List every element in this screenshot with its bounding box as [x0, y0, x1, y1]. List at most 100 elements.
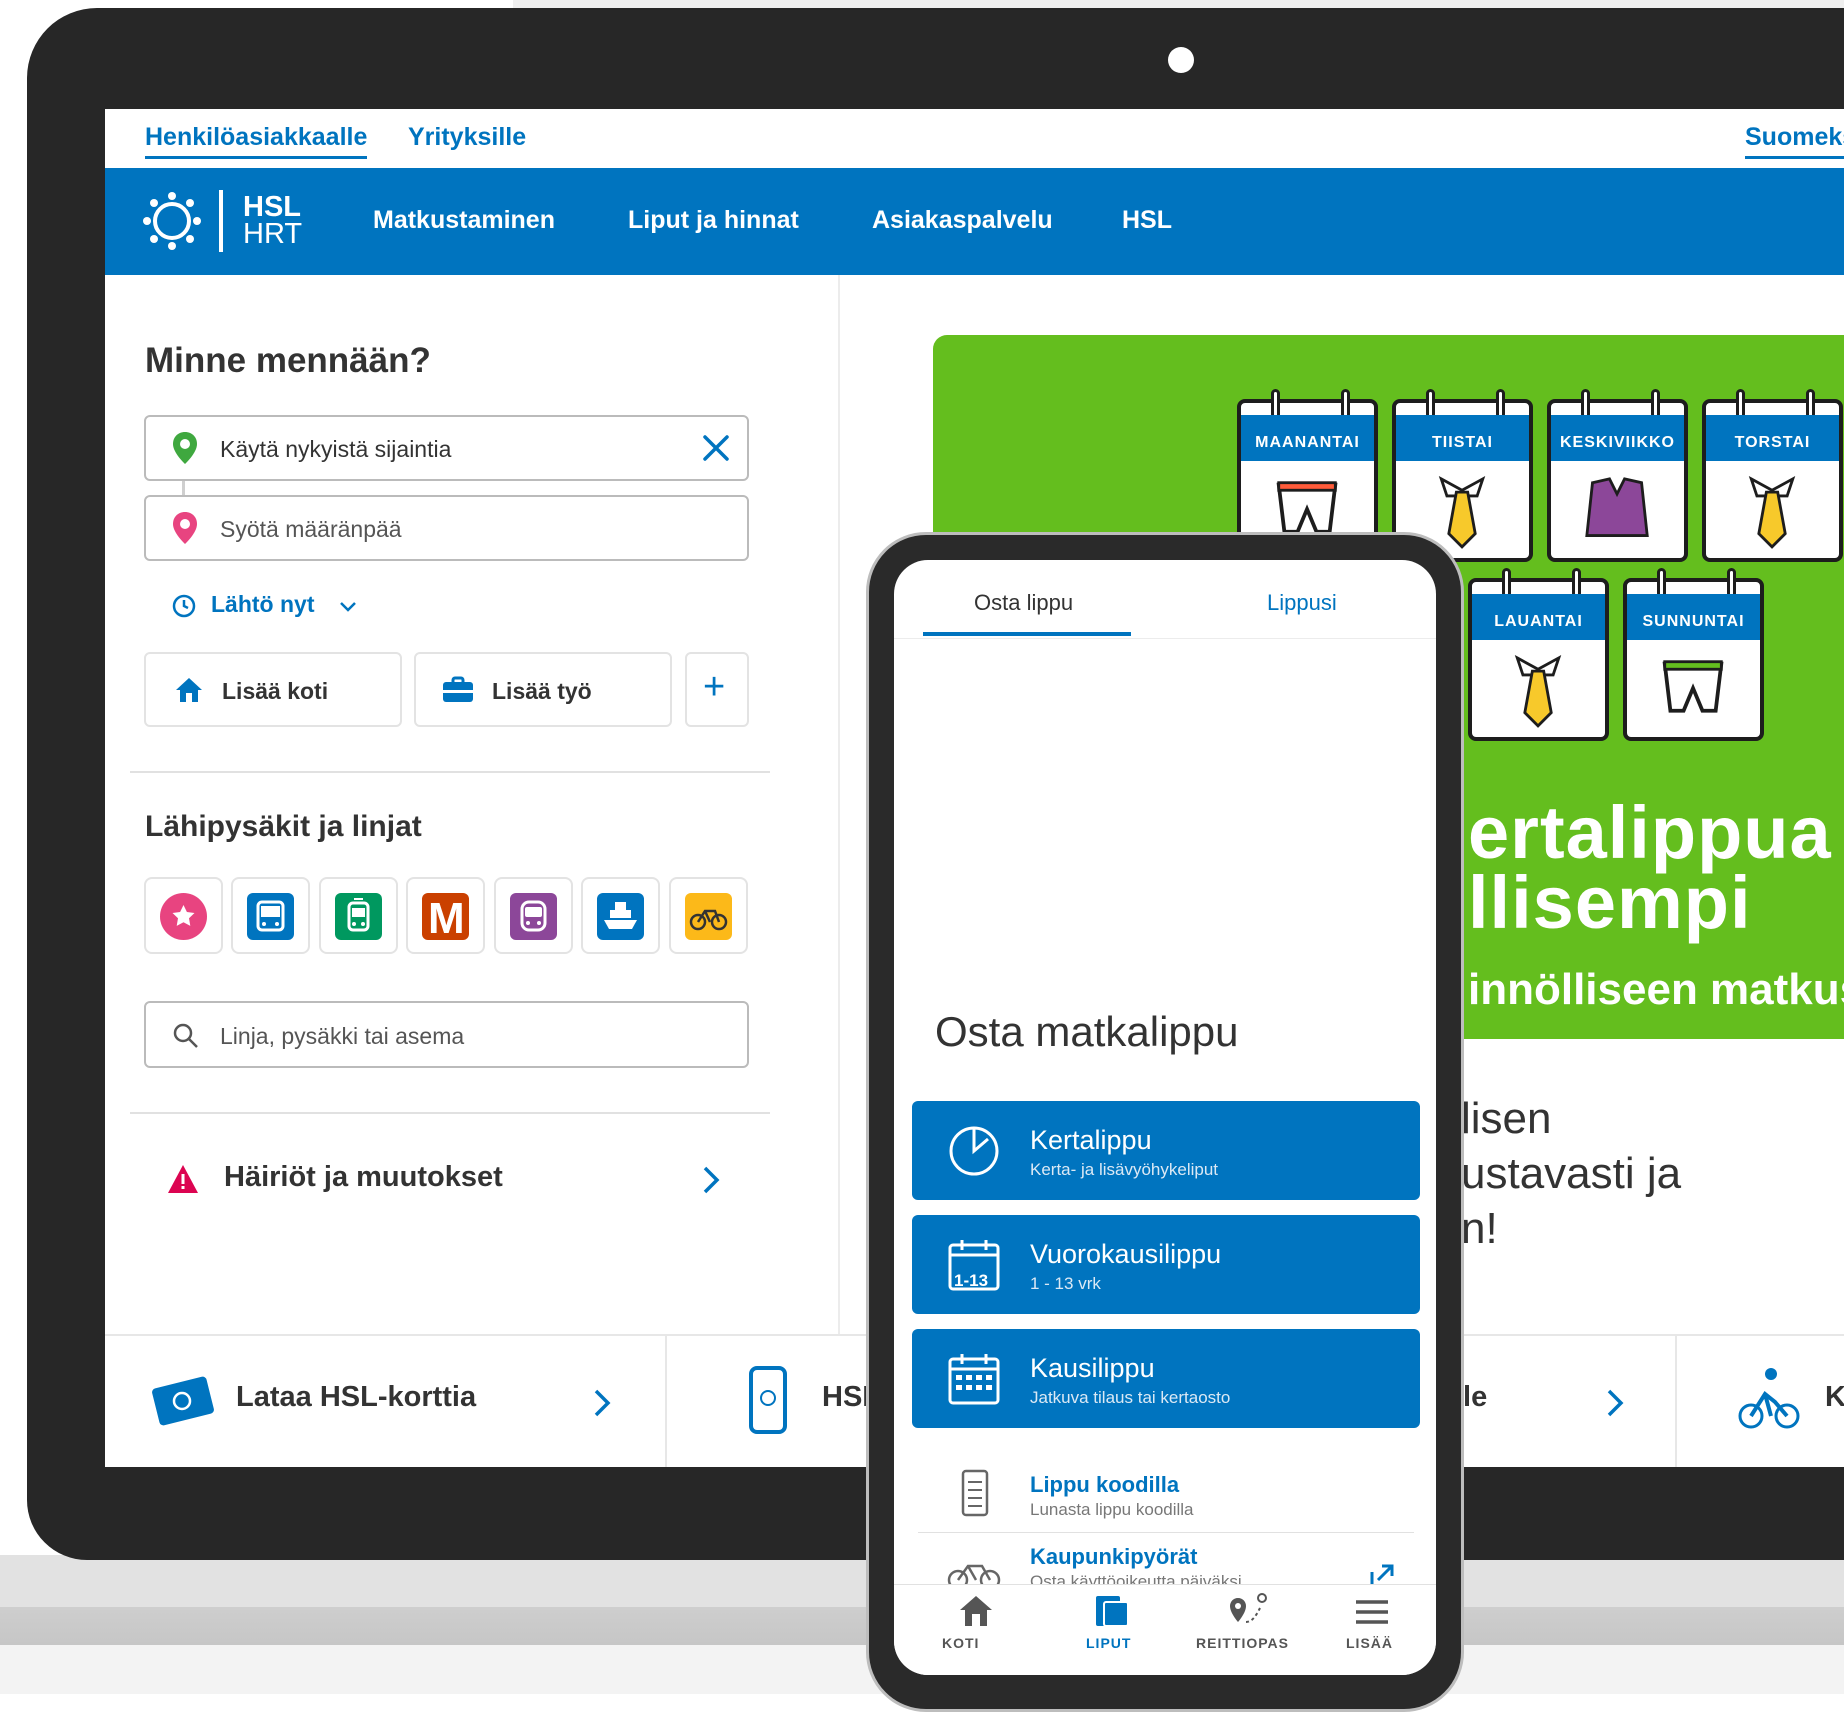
origin-pin-icon: [172, 431, 198, 470]
nav-tickets[interactable]: LIPUT: [1070, 1592, 1160, 1662]
logo-line-hrt: HRT: [243, 218, 303, 250]
calendar-thursday: TORSTAI: [1702, 389, 1843, 562]
nav-journey-planner[interactable]: REITTIOPAS: [1194, 1592, 1304, 1662]
code-ticket-title: Lippu koodilla: [1030, 1472, 1180, 1497]
calendar-day-label: MAANANTAI: [1241, 415, 1374, 461]
destination-input[interactable]: Syötä määränpää: [144, 495, 749, 561]
metro-icon: M: [422, 893, 469, 943]
phone-screen: Osta lippu Lippusi Osta matkalippu Kerta…: [894, 560, 1436, 1675]
search-icon: [173, 1023, 198, 1048]
tram-mode-button[interactable]: [319, 877, 398, 954]
metro-mode-button[interactable]: M: [406, 877, 485, 954]
bus-mode-button[interactable]: [231, 877, 310, 954]
receipt-icon: [961, 1469, 989, 1517]
day-ticket-tile[interactable]: 1-13 Vuorokausilippu 1 - 13 vrk: [912, 1215, 1420, 1314]
mobile-phone-icon: [749, 1366, 787, 1434]
camera-dot: [1168, 47, 1194, 73]
plus-icon: +: [703, 666, 726, 708]
hsl-logo-text: HSL HRT: [243, 191, 303, 250]
business-customers-link[interactable]: Yrityksille: [408, 123, 526, 152]
hsl-card-icon: [152, 1376, 214, 1426]
single-ticket-tile[interactable]: Kertalippu Kerta- ja lisävyöhykeliput: [912, 1101, 1420, 1200]
nav-home[interactable]: KOTI: [938, 1592, 1014, 1662]
destination-placeholder: Syötä määränpää: [220, 516, 402, 542]
personal-customers-link[interactable]: Henkilöasiakkaalle: [145, 123, 368, 159]
departure-time-label: Lähtö nyt: [211, 591, 315, 617]
ferry-mode-button[interactable]: [581, 877, 660, 954]
tab-buy-ticket[interactable]: Osta lippu: [974, 590, 1073, 616]
jacket-icon: [1585, 477, 1649, 537]
calendar-day-label: LAUANTAI: [1472, 594, 1605, 640]
chevron-right-icon: [703, 1166, 720, 1194]
chevron-right-icon: [1607, 1389, 1624, 1417]
nearby-title: Lähipysäkit ja linjat: [145, 810, 422, 843]
add-work-button[interactable]: Lisää työ: [414, 652, 672, 727]
tab-my-tickets[interactable]: Lippusi: [1267, 590, 1337, 616]
nav-customer-service[interactable]: Asiakaspalvelu: [872, 206, 1053, 235]
disruptions-link[interactable]: Häiriöt ja muutokset: [144, 1149, 749, 1209]
nav-tickets-prices[interactable]: Liput ja hinnat: [628, 206, 799, 235]
calendar-saturday: LAUANTAI: [1468, 568, 1609, 741]
train-icon: [510, 893, 557, 940]
calendar-day-label: SUNNUNTAI: [1627, 594, 1760, 640]
planner-title: Minne mennään?: [145, 341, 431, 380]
briefcase-icon: [443, 676, 473, 702]
logo-divider: [219, 190, 223, 252]
single-ticket-subtitle: Kerta- ja lisävyöhykeliput: [1030, 1160, 1219, 1179]
tickets-icon: [1096, 1596, 1129, 1627]
stop-search-placeholder: Linja, pysäkki tai asema: [220, 1023, 465, 1049]
clear-origin-icon[interactable]: [701, 433, 731, 468]
nav-more-label: LISÄÄ: [1346, 1635, 1393, 1651]
main-navigation: HSL HRT Matkustaminen Liput ja hinnat As…: [105, 168, 1844, 275]
promo-text-line-1: lisen: [1461, 1094, 1552, 1143]
calendar-day-label: TORSTAI: [1706, 415, 1839, 461]
load-card-link[interactable]: Lataa HSL-korttia: [105, 1336, 665, 1467]
tram-icon: [335, 893, 382, 940]
chevron-down-icon: [340, 602, 356, 612]
logo-line-hsl: HSL: [243, 191, 301, 223]
cyclist-icon: [1738, 1368, 1800, 1429]
tab-bar-divider: [894, 638, 1436, 639]
calendar-sunday: SUNNUNTAI: [1623, 568, 1764, 741]
season-ticket-tile[interactable]: Kausilippu Jatkuva tilaus tai kertaosto: [912, 1329, 1420, 1428]
add-place-button[interactable]: +: [685, 652, 749, 727]
citybike-shortcut-link[interactable]: K: [1677, 1336, 1844, 1467]
code-ticket-row[interactable]: Lippu koodilla Lunasta lippu koodilla: [912, 1450, 1420, 1544]
route-pin-icon: [1230, 1593, 1267, 1623]
banner-subline: innölliseen matkus: [1468, 965, 1844, 1014]
single-ticket-title: Kertalippu: [1030, 1125, 1152, 1155]
home-icon: [176, 678, 202, 702]
day-ticket-title: Vuorokausilippu: [1030, 1239, 1222, 1269]
add-home-label: Lisää koti: [222, 678, 329, 704]
calendar-day-label: KESKIVIIKKO: [1551, 415, 1684, 461]
nav-more[interactable]: LISÄÄ: [1340, 1592, 1410, 1662]
season-ticket-title: Kausilippu: [1030, 1353, 1155, 1383]
nav-home-label: KOTI: [942, 1635, 980, 1651]
origin-input[interactable]: Käytä nykyistä sijaintia: [144, 415, 749, 481]
hsl-logo-icon[interactable]: [141, 190, 203, 252]
citybike-mode-button[interactable]: [669, 877, 748, 954]
day-range-badge: 1-13: [954, 1271, 989, 1290]
utility-bar: Henkilöasiakkaalle Yrityksille Suomeksi: [105, 109, 1844, 168]
citybike-shortcut-label: K: [1825, 1381, 1844, 1413]
tie-icon: [1514, 654, 1562, 728]
add-home-button[interactable]: Lisää koti: [144, 652, 402, 727]
favourites-icon: [160, 893, 207, 940]
add-work-label: Lisää työ: [492, 678, 592, 704]
nav-travel[interactable]: Matkustaminen: [373, 206, 555, 235]
season-ticket-subtitle: Jatkuva tilaus tai kertaosto: [1030, 1388, 1231, 1407]
row-divider: [918, 1532, 1414, 1533]
stop-search-input[interactable]: Linja, pysäkki tai asema: [144, 1001, 749, 1068]
bus-icon: [247, 893, 294, 940]
language-link[interactable]: Suomeksi: [1745, 123, 1844, 159]
day-ticket-subtitle: 1 - 13 vrk: [1030, 1274, 1101, 1293]
underwear-icon: [1662, 660, 1724, 713]
calendar-day-label: TIISTAI: [1396, 415, 1529, 461]
menu-icon: [1356, 1600, 1388, 1624]
tie-icon: [1748, 475, 1796, 549]
active-tab-indicator: [923, 632, 1131, 636]
code-ticket-subtitle: Lunasta lippu koodilla: [1030, 1500, 1194, 1519]
favourites-mode-button[interactable]: [144, 877, 223, 954]
train-mode-button[interactable]: [494, 877, 573, 954]
nav-hsl[interactable]: HSL: [1122, 206, 1172, 235]
